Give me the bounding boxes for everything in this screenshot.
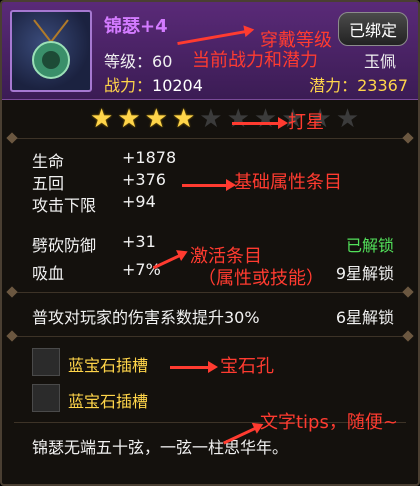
divider (14, 336, 406, 337)
activated-attr-name: 劈砍防御 (32, 236, 97, 255)
gem-slot[interactable] (32, 384, 60, 412)
annotation-gem-hole: 宝石孔 (220, 356, 274, 377)
annotation-arrow-star (232, 117, 288, 129)
item-tooltip-panel: 锦瑟+4 已绑定 等级：60 玉佩 战力：10204 潜力：23367 穿戴等级… (0, 0, 420, 486)
annotation-arrow-wear-level (177, 29, 247, 46)
star-icon: ★ (226, 104, 250, 134)
potential: 潜力：23367 (309, 72, 408, 96)
combat-power: 战力：10204 (104, 72, 203, 96)
activated-attr-value: +31 (122, 232, 156, 251)
activated-attr-name: 吸血 (32, 264, 65, 283)
annotation-activated-attr-line2: （属性或技能） (198, 268, 324, 289)
potential-label: 潜力： (309, 76, 358, 95)
annotation-tips: 文字tips，随便~ (260, 412, 398, 433)
annotation-combat-potential: 当前战力和潜力 (192, 50, 318, 71)
star-icon: ★ (90, 104, 114, 134)
item-icon (10, 10, 92, 92)
activated-attr-value: +7% (122, 260, 161, 279)
unlock-status: 已解锁 (345, 236, 394, 255)
star-icon: ★ (117, 104, 141, 134)
jade-pendant-icon (32, 19, 70, 79)
item-type: 玉佩 (363, 52, 396, 71)
divider (14, 138, 406, 139)
annotation-arrow-gem-hole (170, 361, 218, 373)
base-attr-value: +94 (122, 192, 156, 211)
gem-slot[interactable] (32, 348, 60, 376)
gem-slot-label: 蓝宝石插槽 (68, 356, 149, 375)
base-attr-value: +376 (122, 170, 166, 189)
item-tip-text: 锦瑟无端五十弦，一弦一柱思华年。 (32, 438, 289, 457)
base-attr-name: 攻击下限 (32, 196, 97, 215)
item-header: 锦瑟+4 已绑定 等级：60 玉佩 战力：10204 潜力：23367 穿戴等级… (2, 2, 418, 100)
potential-value: 23367 (357, 76, 408, 95)
star-icon: ★ (335, 104, 360, 134)
effect-text: 普攻对玩家的伤害系数提升30% (32, 308, 260, 327)
star-icon: ★ (253, 104, 278, 134)
star-icon: ★ (171, 104, 196, 134)
annotation-base-attr: 基础属性条目 (234, 172, 342, 193)
annotation-star: 打星 (288, 112, 324, 133)
annotation-arrow-base-attr (182, 179, 236, 191)
star-icon: ★ (199, 104, 223, 134)
base-attr-name: 五回 (32, 174, 65, 193)
divider (14, 292, 406, 293)
item-level-value: 60 (152, 52, 173, 71)
bound-badge: 已绑定 (337, 12, 408, 46)
star-icon: ★ (144, 104, 168, 134)
unlock-status: 9星解锁 (335, 264, 394, 283)
item-level-label: 等级： (104, 52, 153, 71)
item-name: 锦瑟+4 (104, 16, 168, 37)
gem-slot-label: 蓝宝石插槽 (68, 392, 149, 411)
combat-power-value: 10204 (152, 76, 203, 95)
item-level: 等级：60 (104, 48, 172, 72)
base-attr-name: 生命 (32, 152, 65, 171)
effect-unlock-status: 6星解锁 (335, 308, 394, 327)
combat-power-label: 战力： (104, 76, 153, 95)
base-attr-value: +1878 (122, 148, 177, 167)
